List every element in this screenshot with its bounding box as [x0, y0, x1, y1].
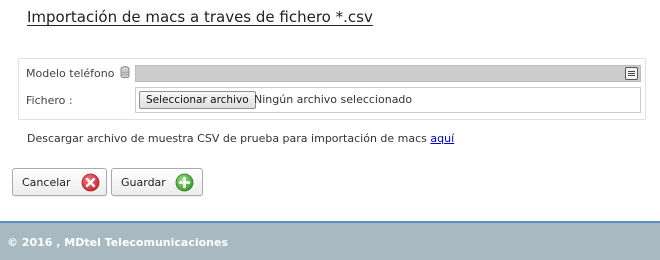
save-button[interactable]: Guardar [111, 168, 203, 196]
file-input[interactable]: Seleccionar archivo Ningún archivo selec… [135, 87, 641, 113]
download-sample-text: Descargar archivo de muestra CSV de prue… [27, 132, 454, 146]
download-sample-description: Descargar archivo de muestra CSV de prue… [27, 132, 427, 145]
file-label: Fichero : [26, 94, 73, 107]
cancel-button-label: Cancelar [22, 176, 71, 189]
model-phone-select[interactable] [135, 65, 641, 82]
cancel-button[interactable]: Cancelar [12, 168, 107, 196]
page-title: Importación de macs a traves de fichero … [27, 8, 373, 26]
save-button-label: Guardar [121, 176, 166, 189]
cancel-icon [81, 173, 100, 192]
import-form: Modelo teléfono Fichero : Seleccionar ar… [18, 58, 646, 120]
add-icon [175, 173, 194, 192]
file-status-text: Ningún archivo seleccionado [254, 93, 413, 106]
database-icon [120, 66, 130, 79]
footer-copyright: © 2016 , MDtel Telecomunicaciones [7, 236, 229, 249]
model-phone-label: Modelo teléfono [26, 67, 115, 80]
download-sample-link[interactable]: aquí [430, 132, 454, 145]
page-footer: © 2016 , MDtel Telecomunicaciones [0, 221, 660, 260]
list-icon[interactable] [625, 67, 638, 80]
select-file-button[interactable]: Seleccionar archivo [139, 91, 256, 109]
